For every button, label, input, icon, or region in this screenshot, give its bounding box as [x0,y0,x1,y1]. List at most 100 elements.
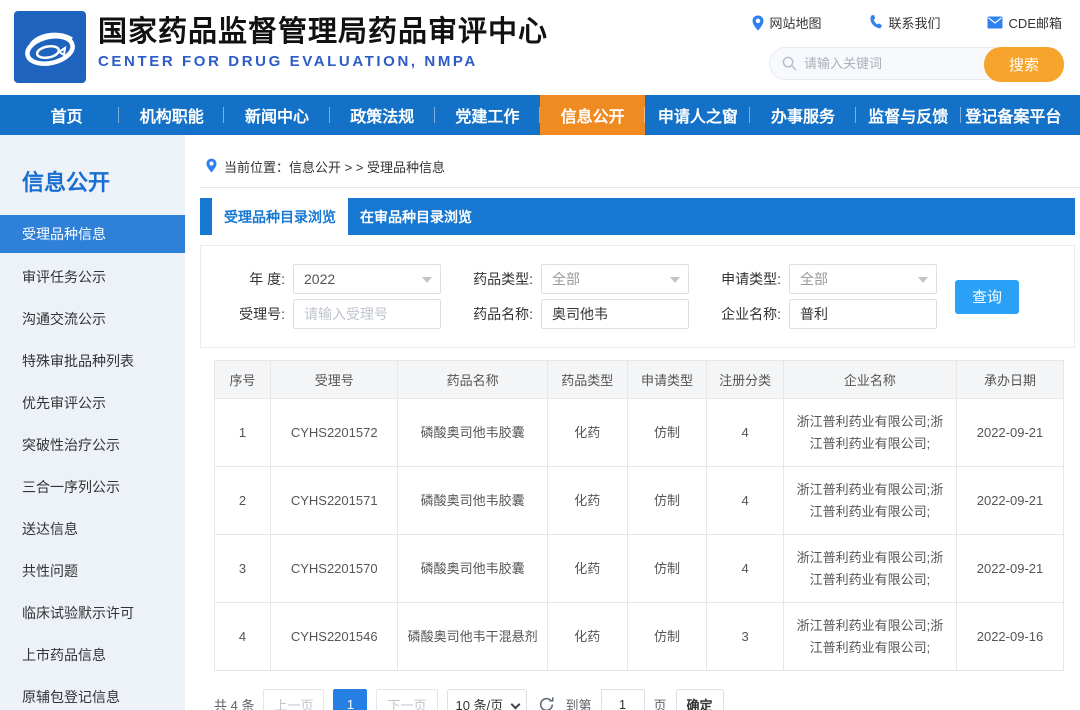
table-row: 1 CYHS2201572 磷酸奥司他韦胶囊 化药 仿制 4 浙江普利药业有限公… [215,399,1064,467]
breadcrumb-text: 当前位置：信息公开 > > 受理品种信息 [224,157,445,176]
cell-reg-class: 4 [707,399,783,467]
header-drug-name: 药品名称 [398,361,547,399]
nav-item-label: 监督与反馈 [868,103,948,127]
sidebar-item-label: 上市药品信息 [22,647,106,663]
chevron-down-icon [510,700,520,710]
sidebar-item[interactable]: 原辅包登记信息 [0,676,185,710]
year-select[interactable]: 2022 [293,264,441,294]
drug-type-label: 药品类型: [465,269,533,289]
goto-page-input[interactable] [601,689,645,710]
sidebar-item-label: 特殊审批品种列表 [22,353,134,369]
sidebar-item[interactable]: 共性问题 [0,550,185,592]
confirm-button[interactable]: 确定 [676,689,724,710]
cell-date: 2022-09-16 [956,603,1063,671]
sidebar-item-label: 原辅包登记信息 [22,689,120,705]
cell-apply-type: 仿制 [627,603,707,671]
cell-acceptance-no: CYHS2201570 [271,535,398,603]
header-company: 企业名称 [783,361,956,399]
sidebar-item[interactable]: 受理品种信息 [0,215,185,253]
cell-seq: 2 [215,467,271,535]
search-button[interactable]: 搜索 [984,47,1064,82]
drug-name-input[interactable] [541,299,689,329]
sidebar-item[interactable]: 突破性治疗公示 [0,424,185,466]
company-name-label: 企业名称: [713,304,781,324]
cell-drug-type: 化药 [547,467,627,535]
main-content: 当前位置：信息公开 > > 受理品种信息 受理品种目录浏览 在审品种目录浏览 年… [200,135,1080,710]
refresh-icon[interactable] [538,696,555,710]
sitemap-link[interactable]: 网站地图 [752,13,822,32]
page-size-select[interactable]: 10 条/页 [447,689,527,710]
search-icon [782,56,797,71]
cell-seq: 3 [215,535,271,603]
cell-apply-type: 仿制 [627,535,707,603]
cell-drug-name: 磷酸奥司他韦胶囊 [398,535,547,603]
acceptance-no-input[interactable] [293,299,441,329]
total-count: 共 4 条 [214,695,254,710]
sidebar-item[interactable]: 临床试验默示许可 [0,592,185,634]
nav-item[interactable]: 办事服务 [750,95,855,135]
current-page-button[interactable]: 1 [333,689,367,710]
cell-company: 浙江普利药业有限公司;浙江普利药业有限公司; [783,603,956,671]
next-page-button[interactable]: 下一页 [376,689,437,710]
tab-bar: 受理品种目录浏览 在审品种目录浏览 [200,198,1075,235]
nav-item[interactable]: 信息公开 [540,95,645,135]
nav-item[interactable]: 监督与反馈 [856,95,961,135]
nav-item-label: 信息公开 [561,103,625,127]
table-row: 2 CYHS2201571 磷酸奥司他韦胶囊 化药 仿制 4 浙江普利药业有限公… [215,467,1064,535]
nav-item-label: 新闻中心 [245,103,309,127]
sidebar-item[interactable]: 三合一序列公示 [0,466,185,508]
cde-mail-link[interactable]: CDE邮箱 [987,13,1062,32]
sidebar-title: 信息公开 [0,135,185,215]
chevron-down-icon [422,277,432,283]
location-pin-icon [206,158,217,176]
site-header: 国家药品监督管理局药品审评中心 CENTER FOR DRUG EVALUATI… [0,0,1080,95]
mail-icon [987,16,1003,29]
cell-reg-class: 4 [707,467,783,535]
sidebar-item[interactable]: 上市药品信息 [0,634,185,676]
apply-type-select-value: 全部 [800,269,828,289]
prev-page-button[interactable]: 上一页 [263,689,324,710]
sidebar-item-label: 临床试验默示许可 [22,605,134,621]
cell-drug-type: 化药 [547,603,627,671]
nav-item-label: 机构职能 [140,103,204,127]
site-title: 国家药品监督管理局药品审评中心 [98,14,548,50]
cell-seq: 1 [215,399,271,467]
query-button[interactable]: 查询 [955,280,1019,314]
apply-type-select[interactable]: 全部 [789,264,937,294]
nav-item[interactable]: 首页 [14,95,119,135]
apply-type-label: 申请类型: [713,269,781,289]
table-row: 4 CYHS2201546 磷酸奥司他韦干混悬剂 化药 仿制 3 浙江普利药业有… [215,603,1064,671]
nav-item[interactable]: 政策法规 [330,95,435,135]
contact-us-link[interactable]: 联系我们 [868,13,941,32]
cell-reg-class: 4 [707,535,783,603]
nav-item[interactable]: 新闻中心 [224,95,329,135]
header-quick-links: 网站地图 联系我们 CDE邮箱 [752,13,1062,32]
cell-apply-type: 仿制 [627,467,707,535]
nav-item-label: 政策法规 [350,103,414,127]
sidebar-item[interactable]: 审评任务公示 [0,256,185,298]
nav-item[interactable]: 机构职能 [119,95,224,135]
nav-item[interactable]: 申请人之窗 [645,95,750,135]
main-nav: 首页 机构职能 新闻中心 政策法规 党建工作 信息 [0,95,1080,135]
drug-type-select[interactable]: 全部 [541,264,689,294]
sidebar-item[interactable]: 沟通交流公示 [0,298,185,340]
tab-under-review-catalog[interactable]: 在审品种目录浏览 [348,198,484,235]
nav-item-label: 办事服务 [771,103,835,127]
company-name-input[interactable] [789,299,937,329]
sidebar: 信息公开 受理品种信息 审评任务公示 沟通交流公示 特殊审批品种列表 [0,135,185,710]
chevron-down-icon [670,277,680,283]
nav-item[interactable]: 党建工作 [435,95,540,135]
nav-item[interactable]: 登记备案平台 [961,95,1066,135]
table-body: 1 CYHS2201572 磷酸奥司他韦胶囊 化药 仿制 4 浙江普利药业有限公… [215,399,1064,671]
nav-list: 首页 机构职能 新闻中心 政策法规 党建工作 信息 [0,95,1080,135]
sidebar-item-label: 审评任务公示 [22,269,106,285]
cell-drug-type: 化药 [547,399,627,467]
sidebar-item[interactable]: 优先审评公示 [0,382,185,424]
tab-accepted-catalog[interactable]: 受理品种目录浏览 [212,198,348,235]
phone-icon [868,15,883,30]
cell-date: 2022-09-21 [956,467,1063,535]
header-reg-class: 注册分类 [707,361,783,399]
sidebar-item[interactable]: 特殊审批品种列表 [0,340,185,382]
sidebar-item[interactable]: 送达信息 [0,508,185,550]
cell-drug-type: 化药 [547,535,627,603]
